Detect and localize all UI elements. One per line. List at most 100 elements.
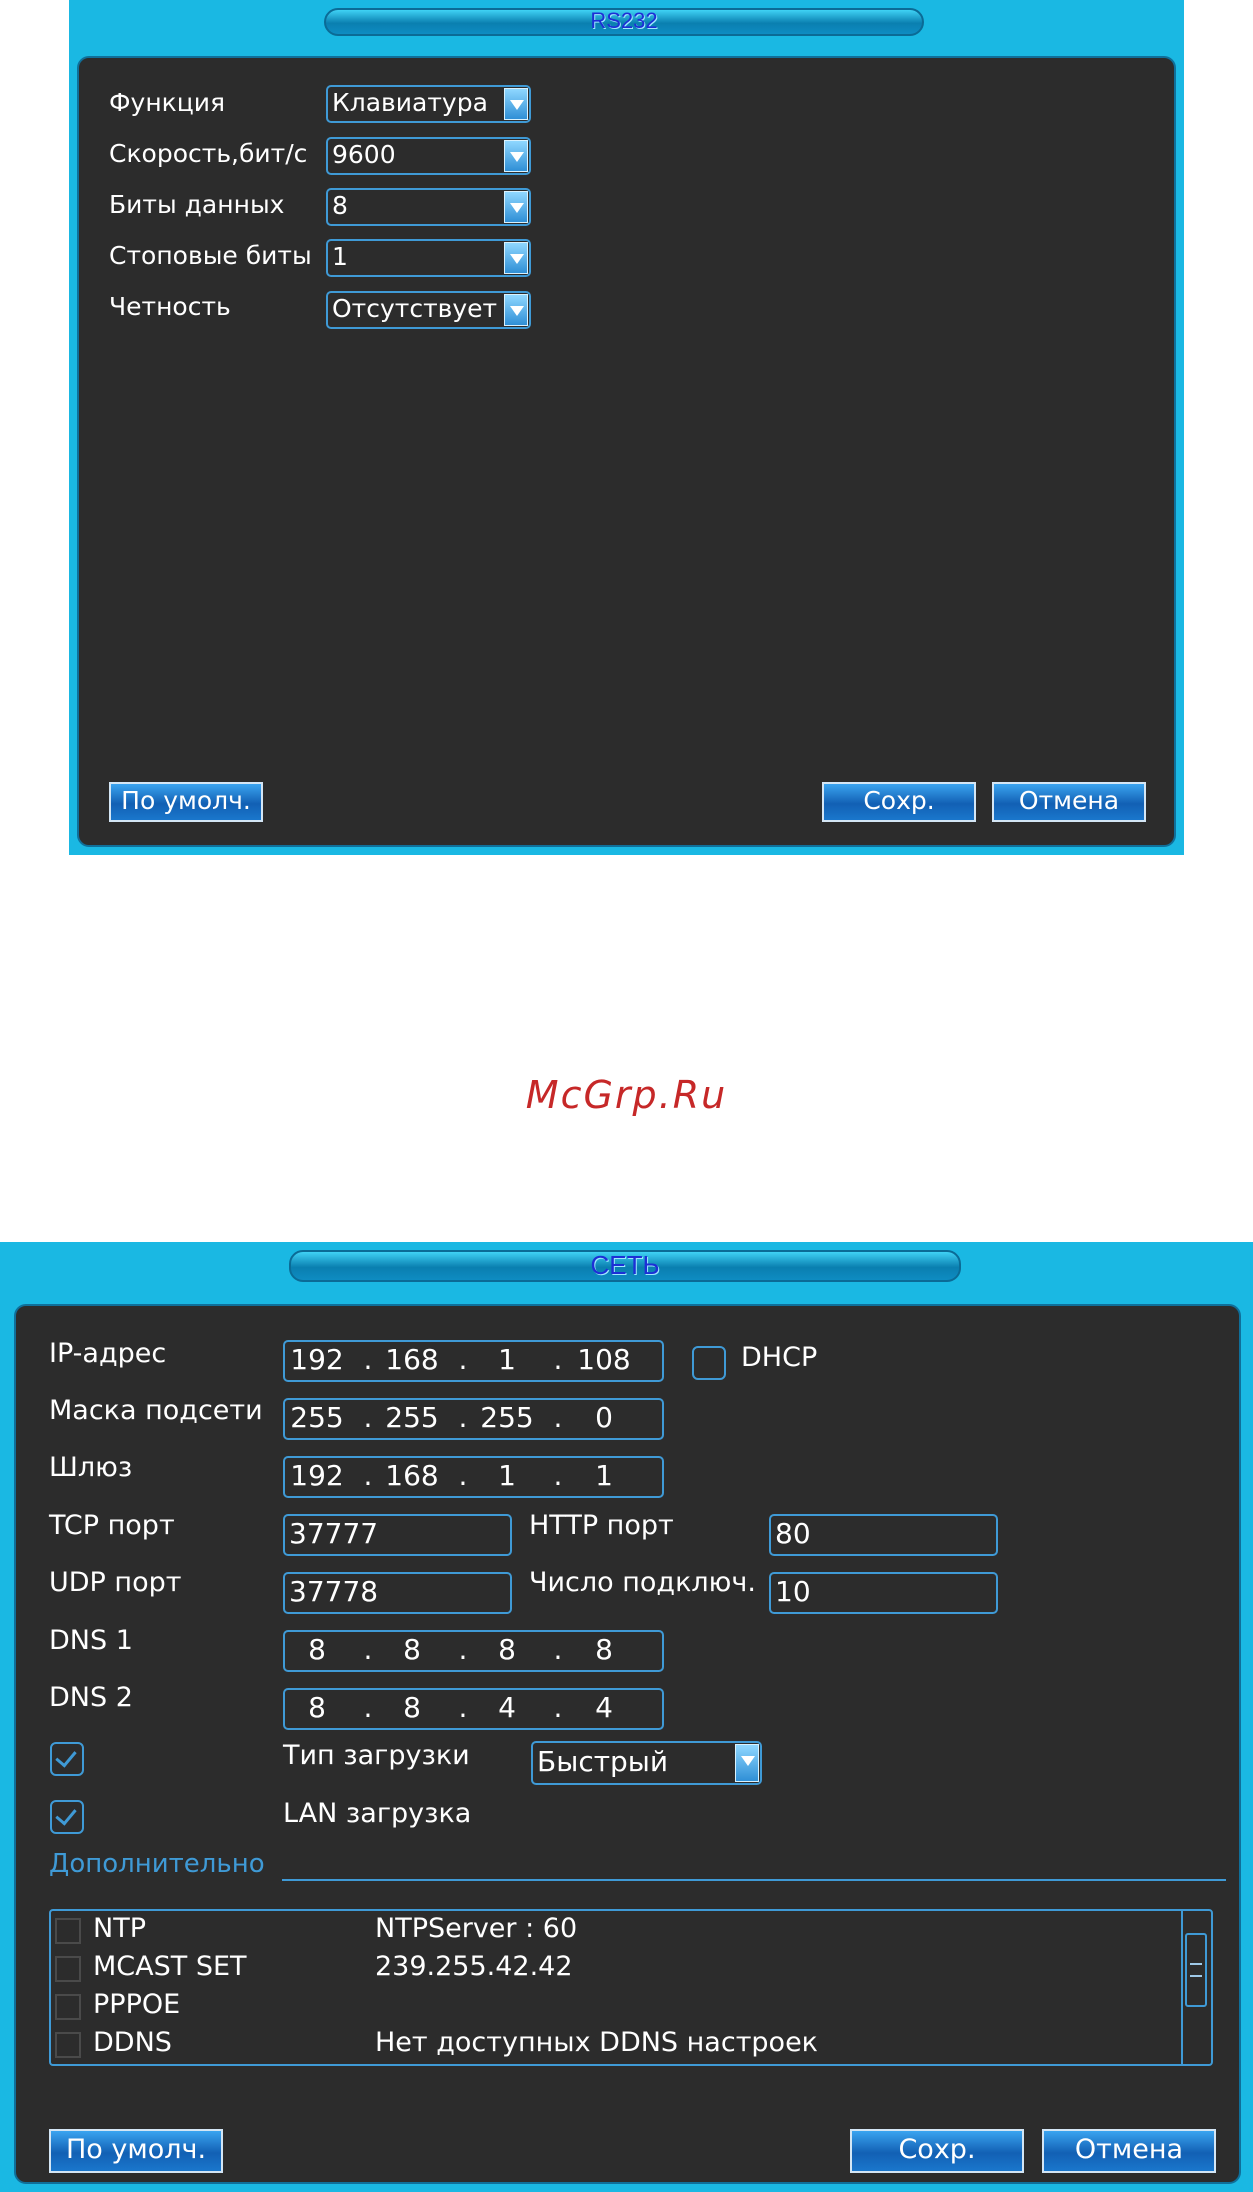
dns2-octet-2[interactable]: 8 bbox=[382, 1690, 442, 1726]
function-select[interactable]: Клавиатура bbox=[326, 85, 531, 123]
data-bits-label: Биты данных bbox=[109, 190, 285, 219]
data-bits-value: 8 bbox=[332, 191, 348, 220]
stop-bits-select[interactable]: 1 bbox=[326, 239, 531, 277]
default-button[interactable]: По умолч. bbox=[49, 2129, 223, 2173]
cancel-button[interactable]: Отмена bbox=[1042, 2129, 1216, 2173]
udp-port-input[interactable]: 37778 bbox=[283, 1572, 512, 1614]
pppoe-label: PPPOE bbox=[93, 1989, 181, 2020]
stop-bits-value: 1 bbox=[332, 242, 348, 271]
ip-separator: . bbox=[458, 1343, 468, 1376]
stop-bits-label: Стоповые биты bbox=[109, 241, 312, 270]
chevron-down-icon[interactable] bbox=[504, 242, 528, 274]
dns2-separator: . bbox=[363, 1691, 373, 1724]
save-button[interactable]: Сохр. bbox=[850, 2129, 1024, 2173]
advanced-divider bbox=[282, 1879, 1226, 1881]
dhcp-label: DHCP bbox=[741, 1342, 818, 1373]
ddns-value: Нет доступных DDNS настроек bbox=[375, 2027, 818, 2058]
ip-address-label: IP-адрес bbox=[49, 1338, 167, 1369]
ntp-value: NTPServer : 60 bbox=[375, 1913, 578, 1944]
download-type-label: Тип загрузки bbox=[283, 1740, 470, 1771]
chevron-down-icon[interactable] bbox=[504, 294, 528, 326]
dns1-octet-4[interactable]: 8 bbox=[574, 1632, 634, 1668]
watermark: McGrp.Ru bbox=[525, 1073, 728, 1117]
data-bits-select[interactable]: 8 bbox=[326, 188, 531, 226]
udp-port-value: 37778 bbox=[289, 1575, 379, 1608]
advanced-scrollbar[interactable] bbox=[1181, 1911, 1211, 2064]
tcp-port-value: 37777 bbox=[289, 1517, 379, 1550]
list-item[interactable]: NTP NTPServer : 60 bbox=[51, 1911, 1181, 1949]
download-type-value: Быстрый bbox=[537, 1745, 669, 1778]
ip-separator: . bbox=[363, 1343, 373, 1376]
ntp-checkbox[interactable] bbox=[55, 1918, 81, 1944]
dns1-octet-2[interactable]: 8 bbox=[382, 1632, 442, 1668]
grip-icon bbox=[1190, 1963, 1202, 1977]
chevron-down-icon[interactable] bbox=[504, 88, 528, 120]
gateway-separator: . bbox=[458, 1459, 468, 1492]
baud-rate-label: Скорость,бит/с bbox=[109, 139, 308, 168]
advanced-section-label: Дополнительно bbox=[49, 1849, 265, 1879]
dns1-input[interactable]: 8 . 8 . 8 . 8 bbox=[283, 1630, 664, 1672]
ip-address-input[interactable]: 192 . 168 . 1 . 108 bbox=[283, 1340, 664, 1382]
ip-separator: . bbox=[553, 1343, 563, 1376]
gateway-octet-3[interactable]: 1 bbox=[477, 1458, 537, 1494]
gateway-input[interactable]: 192 . 168 . 1 . 1 bbox=[283, 1456, 664, 1498]
dns2-octet-1[interactable]: 8 bbox=[287, 1690, 347, 1726]
parity-select[interactable]: Отсутствует bbox=[326, 291, 531, 329]
pppoe-checkbox[interactable] bbox=[55, 1994, 81, 2020]
gateway-separator: . bbox=[363, 1459, 373, 1492]
mask-octet-3[interactable]: 255 bbox=[477, 1400, 537, 1436]
cancel-button[interactable]: Отмена bbox=[992, 782, 1146, 822]
network-title: СЕТЬ bbox=[590, 1250, 660, 1280]
http-port-label: HTTP порт bbox=[529, 1510, 674, 1541]
list-item[interactable]: DDNS Нет доступных DDNS настроек bbox=[51, 2025, 1181, 2063]
dhcp-checkbox[interactable] bbox=[692, 1346, 726, 1380]
download-type-select[interactable]: Быстрый bbox=[531, 1741, 762, 1785]
tcp-port-label: TCP порт bbox=[49, 1510, 175, 1541]
ddns-checkbox[interactable] bbox=[55, 2032, 81, 2058]
ip-octet-1[interactable]: 192 bbox=[287, 1342, 347, 1378]
tcp-port-input[interactable]: 37777 bbox=[283, 1514, 512, 1556]
rs232-title: RS232 bbox=[590, 8, 658, 33]
mask-octet-1[interactable]: 255 bbox=[287, 1400, 347, 1436]
dns2-octet-4[interactable]: 4 bbox=[574, 1690, 634, 1726]
mask-separator: . bbox=[458, 1401, 468, 1434]
mcast-checkbox[interactable] bbox=[55, 1956, 81, 1982]
dns2-octet-3[interactable]: 4 bbox=[477, 1690, 537, 1726]
download-type-checkbox[interactable] bbox=[50, 1742, 84, 1776]
list-item[interactable]: MCAST SET 239.255.42.42 bbox=[51, 1949, 1181, 1987]
ip-octet-3[interactable]: 1 bbox=[477, 1342, 537, 1378]
dns1-octet-3[interactable]: 8 bbox=[477, 1632, 537, 1668]
lan-download-checkbox[interactable] bbox=[50, 1800, 84, 1834]
chevron-down-icon[interactable] bbox=[735, 1744, 759, 1782]
chevron-down-icon[interactable] bbox=[504, 191, 528, 223]
dns2-input[interactable]: 8 . 8 . 4 . 4 bbox=[283, 1688, 664, 1730]
max-connections-input[interactable]: 10 bbox=[769, 1572, 998, 1614]
rs232-panel: Функция Клавиатура Скорость,бит/с 9600 Б… bbox=[77, 56, 1176, 847]
network-window: СЕТЬ IP-адрес 192 . 168 . 1 . 108 DHCP М… bbox=[0, 1242, 1253, 2192]
scrollbar-thumb[interactable] bbox=[1185, 1933, 1207, 2007]
chevron-down-icon[interactable] bbox=[504, 140, 528, 172]
gateway-octet-2[interactable]: 168 bbox=[382, 1458, 442, 1494]
gateway-octet-4[interactable]: 1 bbox=[574, 1458, 634, 1494]
gateway-octet-1[interactable]: 192 bbox=[287, 1458, 347, 1494]
parity-value: Отсутствует bbox=[332, 294, 498, 323]
parity-label: Четность bbox=[109, 292, 231, 321]
ntp-label: NTP bbox=[93, 1913, 146, 1944]
max-connections-value: 10 bbox=[775, 1575, 811, 1608]
dns1-octet-1[interactable]: 8 bbox=[287, 1632, 347, 1668]
function-label: Функция bbox=[109, 88, 226, 117]
default-button[interactable]: По умолч. bbox=[109, 782, 263, 822]
subnet-mask-input[interactable]: 255 . 255 . 255 . 0 bbox=[283, 1398, 664, 1440]
mask-octet-2[interactable]: 255 bbox=[382, 1400, 442, 1436]
save-button[interactable]: Сохр. bbox=[822, 782, 976, 822]
ip-octet-4[interactable]: 108 bbox=[574, 1342, 634, 1378]
dns2-separator: . bbox=[553, 1691, 563, 1724]
dns2-separator: . bbox=[458, 1691, 468, 1724]
ip-octet-2[interactable]: 168 bbox=[382, 1342, 442, 1378]
http-port-input[interactable]: 80 bbox=[769, 1514, 998, 1556]
baud-rate-select[interactable]: 9600 bbox=[326, 137, 531, 175]
list-item[interactable]: PPPOE bbox=[51, 1987, 1181, 2025]
dns1-separator: . bbox=[363, 1633, 373, 1666]
dns2-label: DNS 2 bbox=[49, 1682, 133, 1713]
mask-octet-4[interactable]: 0 bbox=[574, 1400, 634, 1436]
